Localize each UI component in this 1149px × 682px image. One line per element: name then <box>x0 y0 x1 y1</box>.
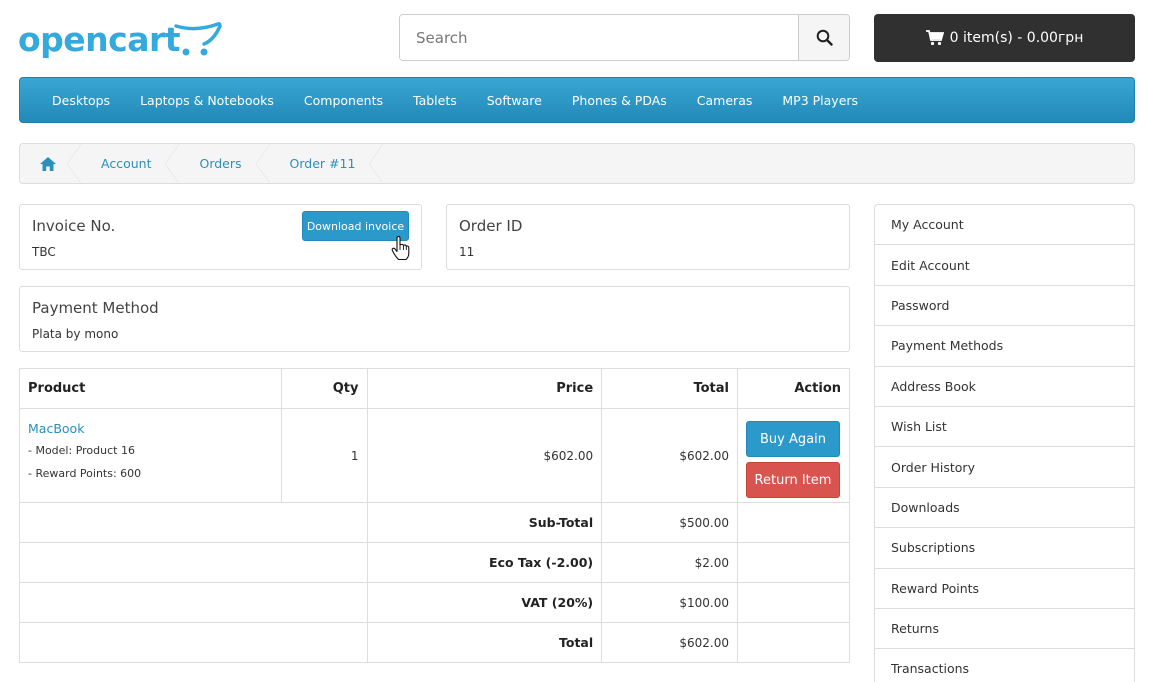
invoice-title: Invoice No. <box>32 217 116 235</box>
invoice-value: TBC <box>32 245 56 259</box>
product-link[interactable]: MacBook <box>28 421 273 436</box>
main-menu: Desktops Laptops & Notebooks Components … <box>19 77 1135 123</box>
eco-tax-label: Eco Tax (-2.00) <box>366 542 603 583</box>
header-total: Total <box>601 368 738 409</box>
menu-item-mp3-players[interactable]: MP3 Players <box>767 93 873 108</box>
home-icon <box>40 156 56 171</box>
sidebar-item-edit-account[interactable]: Edit Account <box>875 245 1134 286</box>
order-id-value: 11 <box>459 245 475 259</box>
menu-item-desktops[interactable]: Desktops <box>37 93 125 108</box>
total-label: Total <box>366 622 603 663</box>
product-price: $602.00 <box>366 408 603 503</box>
order-id-title: Order ID <box>459 217 523 235</box>
product-total: $602.00 <box>601 408 738 503</box>
product-model: - Model: Product 16 <box>28 444 135 457</box>
total-value: $602.00 <box>601 622 738 663</box>
search-input[interactable] <box>400 15 798 60</box>
cart-label: 0 item(s) - 0.00грн <box>949 30 1084 46</box>
empty-cell <box>736 622 851 663</box>
empty-cell <box>736 582 851 623</box>
eco-tax-value: $2.00 <box>601 542 738 583</box>
menu-item-components[interactable]: Components <box>289 93 398 108</box>
header-qty: Qty <box>280 368 368 409</box>
sidebar-item-subscriptions[interactable]: Subscriptions <box>875 528 1134 569</box>
hand-pointer-icon <box>391 236 410 261</box>
header-price: Price <box>366 368 603 409</box>
breadcrumb-order[interactable]: Order #11 <box>268 144 384 183</box>
table-header-row: Product Qty Price Total Action <box>19 368 851 409</box>
product-reward-points: - Reward Points: 600 <box>28 467 142 480</box>
return-item-button[interactable]: Return Item <box>745 462 840 498</box>
menu-item-cameras[interactable]: Cameras <box>682 93 768 108</box>
subtotal-label: Sub-Total <box>366 502 603 543</box>
menu-item-tablets[interactable]: Tablets <box>398 93 472 108</box>
empty-cell <box>19 582 368 623</box>
order-id-panel: Order ID 11 <box>446 204 850 270</box>
search-button[interactable] <box>798 15 849 60</box>
sidebar-item-payment-methods[interactable]: Payment Methods <box>875 326 1134 367</box>
sidebar-item-reward-points[interactable]: Reward Points <box>875 569 1134 609</box>
sidebar-item-order-history[interactable]: Order History <box>875 447 1134 488</box>
sidebar-item-wish-list[interactable]: Wish List <box>875 407 1134 448</box>
breadcrumb-home[interactable] <box>20 144 81 183</box>
breadcrumb: Account Orders Order #11 <box>19 143 1135 184</box>
sidebar-item-downloads[interactable]: Downloads <box>875 488 1134 529</box>
breadcrumb-account[interactable]: Account <box>79 144 180 183</box>
subtotal-row: Sub-Total $500.00 <box>19 502 851 543</box>
search-icon <box>816 29 833 46</box>
menu-item-phones-pdas[interactable]: Phones & PDAs <box>557 93 682 108</box>
total-row: Total $602.00 <box>19 622 851 663</box>
shopping-cart-icon <box>925 30 944 46</box>
vat-value: $100.00 <box>601 582 738 623</box>
empty-cell <box>19 542 368 583</box>
empty-cell <box>736 502 851 543</box>
menu-item-software[interactable]: Software <box>472 93 557 108</box>
payment-method-value: Plata by mono <box>32 327 119 341</box>
sidebar-item-returns[interactable]: Returns <box>875 609 1134 650</box>
product-actions: Buy Again Return Item <box>736 408 851 503</box>
table-row: MacBook - Model: Product 16 - Reward Poi… <box>19 408 851 503</box>
invoice-panel: Invoice No. TBC Download invoice <box>19 204 422 270</box>
sidebar-item-password[interactable]: Password <box>875 286 1134 327</box>
payment-method-panel: Payment Method Plata by mono <box>19 286 850 352</box>
account-sidebar: My Account Edit Account Password Payment… <box>874 204 1135 682</box>
logo[interactable]: opencart <box>18 18 222 62</box>
search-box <box>399 14 850 61</box>
product-qty: 1 <box>280 408 368 503</box>
sidebar-item-transactions[interactable]: Transactions <box>875 649 1134 682</box>
buy-again-button[interactable]: Buy Again <box>745 421 840 457</box>
header-action: Action <box>736 368 851 409</box>
breadcrumb-orders[interactable]: Orders <box>177 144 270 183</box>
menu-item-laptops-notebooks[interactable]: Laptops & Notebooks <box>125 93 289 108</box>
vat-label: VAT (20%) <box>366 582 603 623</box>
empty-cell <box>736 542 851 583</box>
product-cell: MacBook - Model: Product 16 - Reward Poi… <box>19 408 282 503</box>
eco-tax-row: Eco Tax (-2.00) $2.00 <box>19 542 851 583</box>
payment-method-title: Payment Method <box>32 299 159 317</box>
sidebar-item-address-book[interactable]: Address Book <box>875 367 1134 407</box>
sidebar-item-my-account[interactable]: My Account <box>875 205 1134 246</box>
logo-text: opencart <box>18 20 181 59</box>
subtotal-value: $500.00 <box>601 502 738 543</box>
logo-cart-icon <box>174 22 222 56</box>
header-product: Product <box>19 368 282 409</box>
empty-cell <box>19 502 368 543</box>
empty-cell <box>19 622 368 663</box>
cart-button[interactable]: 0 item(s) - 0.00грн <box>874 14 1135 62</box>
vat-row: VAT (20%) $100.00 <box>19 582 851 623</box>
order-products-table: Product Qty Price Total Action MacBook -… <box>19 368 851 663</box>
